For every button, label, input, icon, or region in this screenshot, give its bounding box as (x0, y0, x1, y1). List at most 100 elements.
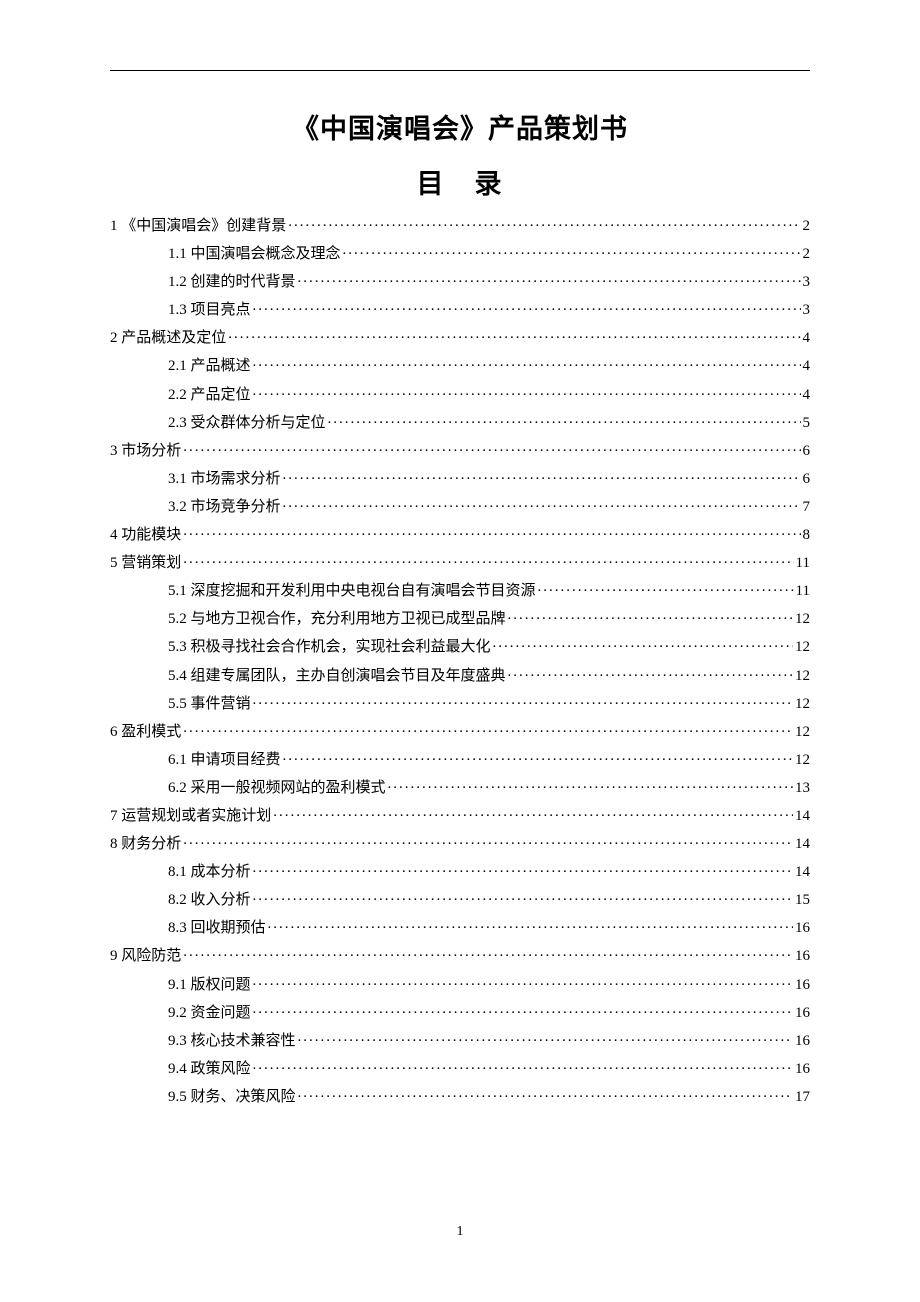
toc-leader-dots (183, 945, 793, 960)
toc-entry-page: 13 (795, 781, 810, 796)
toc-entry-label: 9.2 资金问题 (168, 1006, 251, 1021)
toc-leader-dots (253, 299, 801, 314)
toc-entry-page: 16 (795, 978, 810, 993)
toc-entry: 1 《中国演唱会》创建背景 2 (110, 215, 810, 234)
page-number: 1 (0, 1224, 920, 1240)
toc-entry-page: 3 (803, 303, 811, 318)
toc-entry-label: 5 营销策划 (110, 556, 181, 571)
toc-entry: 5.3 积极寻找社会合作机会，实现社会利益最大化 12 (110, 636, 810, 655)
toc-entry-page: 4 (803, 331, 811, 346)
toc-entry-label: 1.1 中国演唱会概念及理念 (168, 247, 341, 262)
toc-entry: 1.3 项目亮点3 (110, 299, 810, 318)
toc-entry-label: 8.1 成本分析 (168, 865, 251, 880)
toc-entry-label: 9.1 版权问题 (168, 978, 251, 993)
toc-leader-dots (508, 665, 793, 680)
toc-entry-label: 2 产品概述及定位 (110, 331, 226, 346)
toc-entry-label: 6.2 采用一般视频网站的盈利模式 (168, 781, 386, 796)
toc-entry-label: 2.3 受众群体分析与定位 (168, 416, 326, 431)
toc-entry-label: 6.1 申请项目经费 (168, 753, 281, 768)
document-title: 《中国演唱会》产品策划书 (110, 107, 810, 146)
toc-entry-page: 16 (795, 1006, 810, 1021)
toc-entry: 2.1 产品概述4 (110, 355, 810, 374)
toc-entry: 9.2 资金问题 16 (110, 1002, 810, 1021)
toc-entry-label: 3.1 市场需求分析 (168, 472, 281, 487)
toc-entry: 5.4 组建专属团队，主办自创演唱会节目及年度盛典12 (110, 665, 810, 684)
toc-leader-dots (183, 721, 793, 736)
toc-entry-page: 12 (795, 612, 810, 627)
toc-leader-dots (253, 974, 793, 989)
toc-leader-dots (298, 1030, 793, 1045)
toc-leader-dots (183, 524, 800, 539)
toc-leader-dots (183, 552, 793, 567)
toc-entry-page: 16 (795, 921, 810, 936)
toc-entry: 8.1 成本分析 14 (110, 861, 810, 880)
document-page: 《中国演唱会》产品策划书 目 录 1 《中国演唱会》创建背景21.1 中国演唱会… (0, 0, 920, 1105)
toc-entry: 5.5 事件营销 12 (110, 693, 810, 712)
toc-entry-page: 11 (796, 584, 810, 599)
toc-leader-dots (273, 805, 793, 820)
toc-entry-page: 12 (795, 753, 810, 768)
toc-entry-label: 9.4 政策风险 (168, 1062, 251, 1077)
toc-entry-label: 1 《中国演唱会》创建背景 (110, 219, 286, 234)
toc-entry-page: 6 (803, 444, 811, 459)
toc-leader-dots (253, 889, 793, 904)
toc-entry-label: 5.3 积极寻找社会合作机会，实现社会利益最大化 (168, 640, 491, 655)
toc-entry-label: 1.2 创建的时代背景 (168, 275, 296, 290)
toc-entry-page: 11 (796, 556, 810, 571)
toc-entry-page: 12 (795, 725, 810, 740)
toc-entry: 8.3 回收期预估16 (110, 917, 810, 936)
toc-leader-dots (183, 833, 793, 848)
toc-entry: 8 财务分析14 (110, 833, 810, 852)
toc-entry-label: 5.1 深度挖掘和开发利用中央电视台自有演唱会节目资源 (168, 584, 536, 599)
toc-entry-page: 12 (795, 640, 810, 655)
toc-entry-label: 9 风险防范 (110, 949, 181, 964)
toc-entry-page: 8 (803, 528, 811, 543)
toc-leader-dots (253, 693, 793, 708)
toc-leader-dots (183, 440, 800, 455)
toc-leader-dots (508, 608, 793, 623)
toc-entry-page: 6 (803, 472, 811, 487)
toc-entry-page: 16 (795, 1062, 810, 1077)
header-rule (110, 70, 810, 71)
toc-leader-dots (283, 496, 801, 511)
toc-entry-label: 5.5 事件营销 (168, 697, 251, 712)
toc-entry-page: 2 (803, 219, 811, 234)
toc-entry-label: 3.2 市场竞争分析 (168, 500, 281, 515)
toc-entry-page: 3 (803, 275, 811, 290)
toc-leader-dots (283, 468, 801, 483)
toc-entry: 4 功能模块8 (110, 524, 810, 543)
toc-entry-label: 5.4 组建专属团队，主办自创演唱会节目及年度盛典 (168, 669, 506, 684)
toc-entry-label: 3 市场分析 (110, 444, 181, 459)
toc-entry: 9.5 财务、决策风险17 (110, 1086, 810, 1105)
toc-entry: 9.4 政策风险 16 (110, 1058, 810, 1077)
toc-leader-dots (538, 580, 794, 595)
toc-entry-label: 8 财务分析 (110, 837, 181, 852)
toc-entry-page: 4 (803, 388, 811, 403)
toc-entry-label: 5.2 与地方卫视合作，充分利用地方卫视已成型品牌 (168, 612, 506, 627)
toc-heading: 目 录 (110, 162, 810, 201)
toc-entry: 1.1 中国演唱会概念及理念 2 (110, 243, 810, 262)
toc-entry: 2.2 产品定位4 (110, 384, 810, 403)
toc-entry: 5.1 深度挖掘和开发利用中央电视台自有演唱会节目资源 11 (110, 580, 810, 599)
toc-entry: 9 风险防范16 (110, 945, 810, 964)
toc-entry-page: 15 (795, 893, 810, 908)
toc-entry-page: 5 (803, 416, 811, 431)
toc-entry-label: 2.1 产品概述 (168, 359, 251, 374)
toc-entry: 6 盈利模式12 (110, 721, 810, 740)
toc-entry-page: 2 (803, 247, 811, 262)
toc-entry: 9.3 核心技术兼容性16 (110, 1030, 810, 1049)
toc-entry: 1.2 创建的时代背景 3 (110, 271, 810, 290)
toc-leader-dots (253, 355, 801, 370)
toc-entry-label: 9.3 核心技术兼容性 (168, 1034, 296, 1049)
toc-entry: 5 营销策划 11 (110, 552, 810, 571)
toc-entry-page: 7 (803, 500, 811, 515)
toc-entry: 6.2 采用一般视频网站的盈利模式 13 (110, 777, 810, 796)
toc-leader-dots (298, 1086, 793, 1101)
toc-entry-label: 7 运营规划或者实施计划 (110, 809, 271, 824)
toc-entry-page: 17 (795, 1090, 810, 1105)
toc-entry: 8.2 收入分析 15 (110, 889, 810, 908)
toc-entry-page: 14 (795, 809, 810, 824)
toc-entry-page: 12 (795, 697, 810, 712)
toc-entry-label: 8.2 收入分析 (168, 893, 251, 908)
toc-entry-page: 14 (795, 865, 810, 880)
